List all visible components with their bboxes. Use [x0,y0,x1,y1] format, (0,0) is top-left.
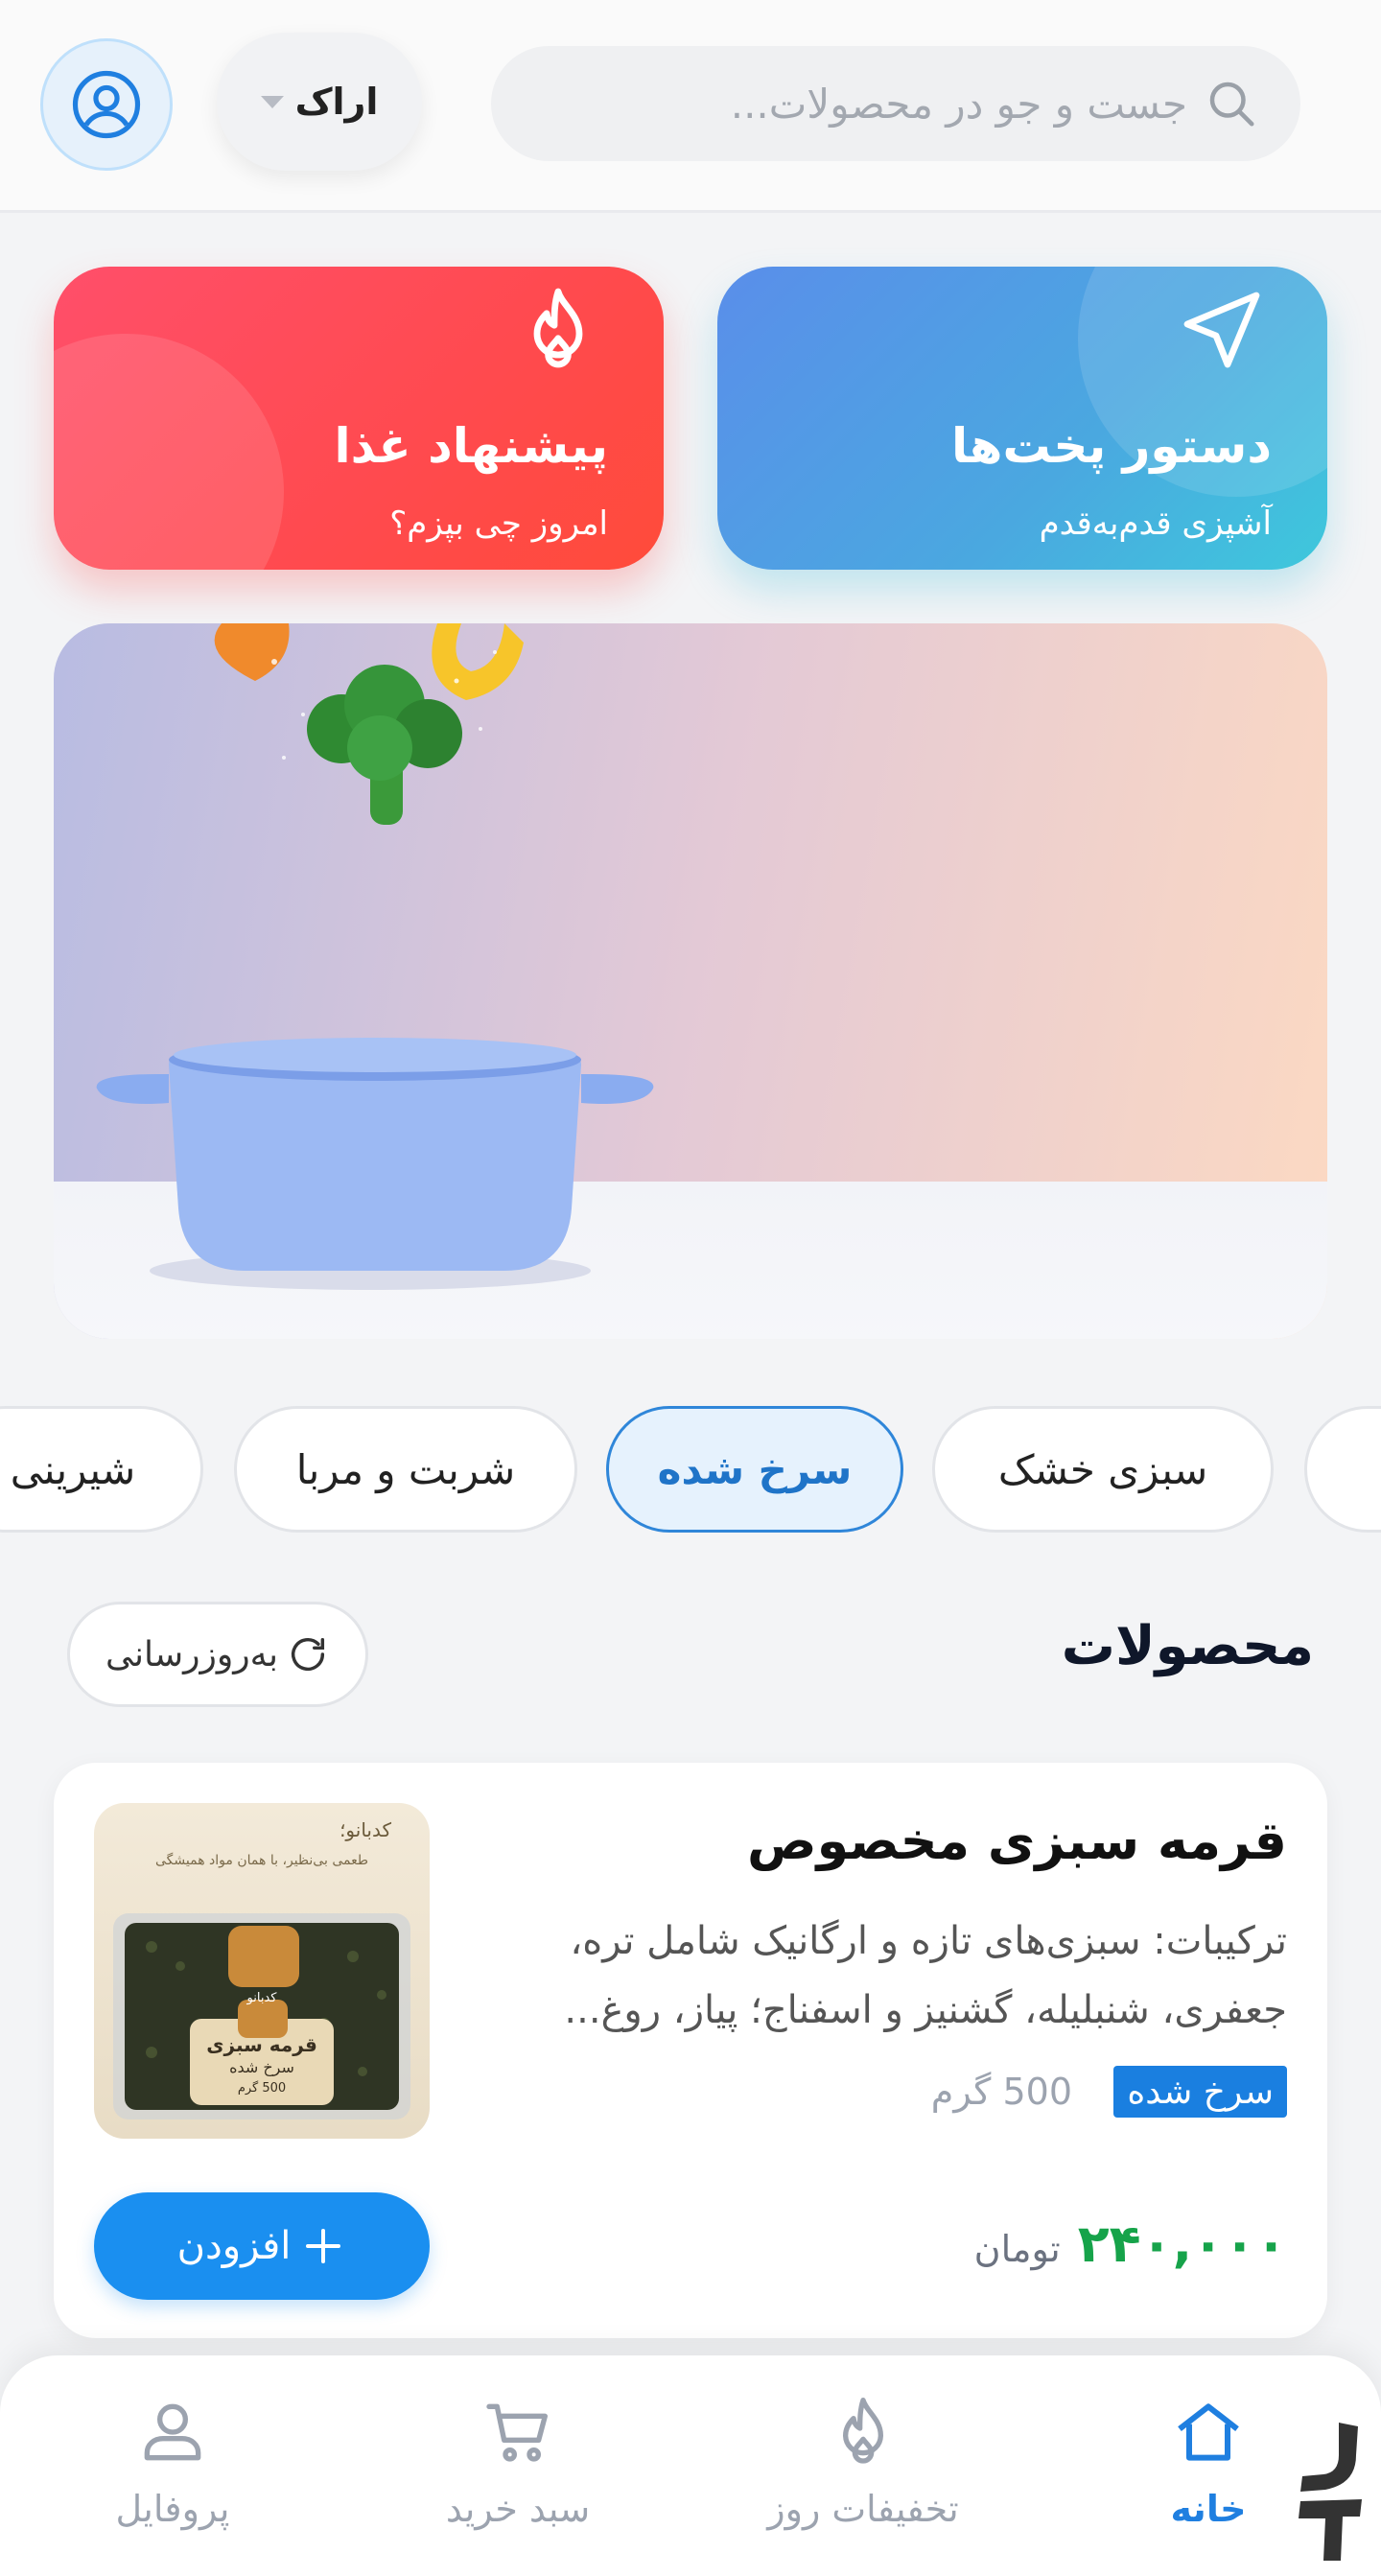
bottom-navigation: خانه تخفیفات روز سبد خرید پروفایل [0,2355,1381,2576]
price-currency: تومان [973,2228,1061,2270]
products-section-title: محصولات [1061,1615,1314,1677]
category-chip[interactable]: ه [1304,1406,1381,1533]
category-chip[interactable]: سبزی خشک [932,1406,1274,1533]
food-suggestion-promo-card[interactable]: پیشنهاد غذا امروز چی بپزم؟ [54,267,664,570]
recipes-promo-card[interactable]: دستور پخت‌ها آشپزی قدم‌به‌قدم [717,267,1327,570]
package-box-weight: 500 گرم [237,2081,287,2096]
city-selector[interactable]: اراک [217,33,422,171]
package-box-name: قرمه سبزی [206,2033,317,2056]
price-value: ۲۴۰,۰۰۰ [1077,2213,1287,2274]
nav-item-profile[interactable]: پروفایل [29,2394,316,2547]
product-name: قرمه سبزی مخصوص [746,1811,1287,1871]
search-bar[interactable] [491,46,1300,161]
add-button-label: افزودن [176,2224,292,2268]
product-price: ۲۴۰,۰۰۰ تومان [974,2213,1287,2274]
profile-avatar-button[interactable] [40,38,173,171]
banner-illustration [96,623,654,1290]
package-box-type: سرخ شده [229,2058,294,2076]
category-chip[interactable]: شربت و مربا [234,1406,577,1533]
refresh-button[interactable]: به‌روزرسانی [67,1602,368,1707]
nav-item-cart[interactable]: سبد خرید [374,2394,662,2547]
product-tag-badge: سرخ شده [1113,2066,1287,2118]
refresh-icon [291,1637,325,1672]
package-box-brand: کدبانو [246,1991,277,2005]
nav-label: خانه [1170,2488,1247,2530]
cart-icon [486,2403,548,2462]
promo-title: پیشنهاد غذا [334,418,609,474]
promo-subtitle: آشپزی قدم‌به‌قدم [1039,504,1272,543]
nav-label: سبد خرید [445,2488,591,2530]
category-chip-active[interactable]: سرخ شده [606,1406,903,1533]
flame-icon [843,2398,883,2464]
product-image[interactable]: کدبانو؛ طعمی بی‌نظیر، با همان مواد همیشگ… [94,1803,430,2139]
add-to-cart-button[interactable]: افزودن [94,2192,430,2300]
app-header: اراک [0,0,1381,213]
nav-item-daily-discounts[interactable]: تخفیفات روز [719,2394,1007,2547]
chevron-down-icon [260,95,284,108]
city-label: اراک [294,81,379,123]
promo-subtitle: امروز چی بپزم؟ [389,504,608,543]
flame-icon [533,288,583,368]
search-input[interactable] [573,46,1187,161]
product-card[interactable]: کدبانو؛ طعمی بی‌نظیر، با همان مواد همیشگ… [54,1763,1327,2338]
user-circle-icon [72,70,141,139]
plus-icon [306,2229,341,2263]
product-weight: 500 گرم [930,2071,1072,2113]
user-icon [144,2403,201,2461]
search-icon[interactable] [1203,75,1260,132]
package-brand: کدبانو؛ [339,1818,391,1841]
home-icon [1178,2403,1239,2461]
nav-label: تخفیفات روز [767,2488,959,2530]
send-icon [1183,292,1260,368]
hero-banner[interactable] [54,623,1327,1339]
category-chip[interactable]: شیرینی [0,1406,203,1533]
decor-circle [54,334,284,570]
product-description: ترکیبات: سبزی‌های تازه و ارگانیک شامل تر… [564,1919,1287,2032]
nav-label: پروفایل [115,2488,230,2530]
package-tagline: طعمی بی‌نظیر، با همان مواد همیشگی [155,1853,368,1868]
refresh-label: به‌روزرسانی [105,1634,279,1674]
promo-title: دستور پخت‌ها [951,418,1272,474]
store-logo-icon [1299,2423,1362,2561]
category-chips: ه سبزی خشک سرخ شده شربت و مربا شیرینی [0,1406,1381,1534]
